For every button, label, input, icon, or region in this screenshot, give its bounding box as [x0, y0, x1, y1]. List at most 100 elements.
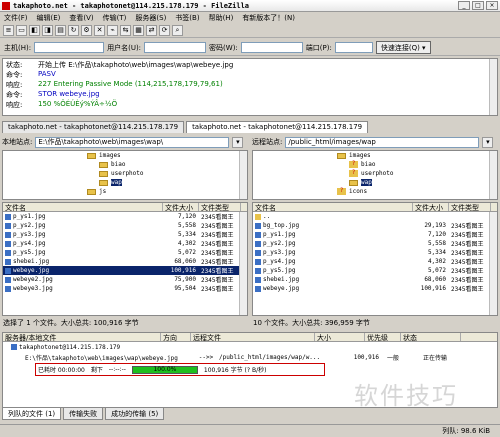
tab-successful-transfers[interactable]: 成功的传输 (5) — [105, 408, 165, 420]
remote-files-scrollbar[interactable] — [489, 212, 497, 315]
file-row[interactable]: shebei.jpg 68,060 2345看图王 — [3, 257, 247, 266]
filezilla-icon — [2, 1, 10, 10]
filter-icon[interactable]: ▦ — [133, 25, 144, 36]
file-row[interactable]: webeye.jpg 100,916 2345看图王 — [253, 284, 497, 293]
file-row[interactable]: p_ys3.jpg 5,334 2345看图王 — [3, 230, 247, 239]
local-files-scrollbar[interactable] — [239, 212, 247, 315]
file-row[interactable]: p_ys1.jpg 7,120 2345看图王 — [253, 230, 497, 239]
minimize-button[interactable]: _ — [458, 1, 470, 10]
toggle-local-tree-icon[interactable]: ◧ — [29, 25, 40, 36]
tree-node[interactable]: biao — [3, 160, 247, 169]
chevron-down-icon[interactable]: ▾ — [232, 136, 244, 148]
toggle-remote-tree-icon[interactable]: ◨ — [42, 25, 53, 36]
col-filetype[interactable]: 文件类型 — [199, 203, 241, 211]
local-tree-scrollbar[interactable] — [239, 151, 247, 199]
col-status[interactable]: 状态 — [401, 333, 461, 341]
local-path-input[interactable] — [35, 136, 230, 148]
close-button[interactable]: × — [486, 1, 498, 10]
tree-node[interactable]: js — [3, 187, 247, 196]
file-size: 4,302 — [177, 240, 196, 247]
file-row[interactable]: p_ys4.jpg 4,302 2345看图王 — [253, 257, 497, 266]
remote-tree-scrollbar[interactable] — [489, 151, 497, 199]
col-filesize[interactable]: 文件大小 — [413, 203, 449, 211]
tree-node[interactable]: ? icons — [253, 187, 497, 196]
progress-percent: 100.0% — [153, 365, 177, 373]
menu-edit[interactable]: 编辑(E) — [37, 13, 61, 23]
connection-tab[interactable]: takaphoto.net - takaphotonet@114.215.178… — [2, 121, 185, 133]
file-type: 2345看图王 — [201, 268, 234, 275]
tree-node[interactable]: ? userphoto — [253, 169, 497, 178]
menu-new-version[interactable]: 有新版本了！(N) — [242, 13, 295, 23]
file-row[interactable]: p_ys3.jpg 5,334 2345看图王 — [253, 248, 497, 257]
file-row[interactable]: bg_top.jpg 29,193 2345看图王 — [253, 221, 497, 230]
host-input[interactable] — [34, 42, 105, 53]
menu-transfer[interactable]: 传输(T) — [103, 13, 127, 23]
site-manager-icon[interactable]: ≡ — [3, 25, 14, 36]
port-input[interactable] — [334, 42, 373, 53]
menu-server[interactable]: 服务器(S) — [135, 13, 166, 23]
process-queue-icon[interactable]: ⚙ — [81, 25, 92, 36]
menu-view[interactable]: 查看(V) — [69, 13, 93, 23]
connection-tab-active[interactable]: takaphoto.net - takaphotonet@114.215.178… — [186, 121, 369, 133]
compare-icon[interactable]: ⇄ — [146, 25, 157, 36]
col-filetype[interactable]: 文件类型 — [449, 203, 491, 211]
log-scrollbar[interactable] — [489, 59, 497, 115]
tree-node[interactable]: userphoto — [3, 169, 247, 178]
col-direction[interactable]: 方向 — [161, 333, 191, 341]
file-row[interactable]: p_ys5.jpg 5,072 2345看图王 — [253, 266, 497, 275]
tab-failed-transfers[interactable]: 传输失败 — [63, 408, 104, 420]
file-row[interactable]: webeye3.jpg 95,504 2345看图王 — [3, 284, 247, 293]
file-row[interactable]: p_ys5.jpg 5,072 2345看图王 — [3, 248, 247, 257]
file-row[interactable]: p_ys2.jpg 5,558 2345看图王 — [3, 221, 247, 230]
search-icon[interactable]: ⌕ — [172, 25, 183, 36]
file-row[interactable]: p_ys2.jpg 5,558 2345看图王 — [253, 239, 497, 248]
file-size: 5,558 — [427, 240, 446, 247]
tree-node[interactable]: ? biao — [253, 160, 497, 169]
file-name-text: webeye.jpg — [263, 285, 300, 292]
col-filename[interactable]: 文件名 — [253, 203, 413, 211]
queue-server-row[interactable]: takaphotonet@114.215.178.179 — [3, 342, 497, 352]
file-type: 2345看图王 — [201, 232, 234, 239]
menu-help[interactable]: 帮助(H) — [209, 13, 234, 23]
maximize-button[interactable]: □ — [472, 1, 484, 10]
quickconnect-button[interactable]: 快速连接(Q) ▾ — [375, 41, 431, 54]
sync-browse-icon[interactable]: ⟳ — [159, 25, 170, 36]
toggle-queue-icon[interactable]: ▤ — [55, 25, 66, 36]
file-row[interactable]: webeye2.jpg 75,900 2345看图王 — [3, 275, 247, 284]
username-input[interactable] — [144, 42, 207, 53]
col-filename[interactable]: 文件名 — [3, 203, 163, 211]
menu-bookmarks[interactable]: 书签(B) — [175, 13, 199, 23]
password-input[interactable] — [240, 42, 303, 53]
chevron-down-icon[interactable]: ▾ — [482, 136, 494, 148]
file-row[interactable]: .. — [253, 212, 497, 221]
tab-queued-files[interactable]: 列队的文件 (1) — [2, 408, 62, 420]
remote-site-label: 远程站点: — [252, 138, 283, 146]
col-priority[interactable]: 优先级 — [365, 333, 401, 341]
reconnect-icon[interactable]: ⇆ — [120, 25, 131, 36]
col-filesize[interactable]: 文件大小 — [163, 203, 199, 211]
file-name-text: .. — [263, 213, 271, 220]
col-size[interactable]: 大小 — [315, 333, 365, 341]
tree-node[interactable]: wap — [253, 178, 497, 187]
col-server-local[interactable]: 服务器/本地文件 — [3, 333, 161, 341]
file-row[interactable]: p_ys4.jpg 4,302 2345看图王 — [3, 239, 247, 248]
file-row[interactable]: p_ys1.jpg 7,120 2345看图王 — [3, 212, 247, 221]
disconnect-icon[interactable]: ⌁ — [107, 25, 118, 36]
remote-file-list: 文件名 文件大小 文件类型 .. bg_top.jpg 29,193 2345看图王 p… — [252, 202, 498, 316]
tree-node[interactable]: wap — [3, 178, 247, 187]
file-row[interactable]: webeye.jpg 100,916 2345看图王 — [3, 266, 247, 275]
tree-node[interactable]: images — [253, 151, 497, 160]
quickconnect-bar: 主机(H): 用户名(U): 密码(W): 端口(P): 快速连接(Q) ▾ — [0, 40, 500, 56]
tree-node[interactable]: images — [3, 151, 247, 160]
menu-file[interactable]: 文件(F) — [4, 13, 28, 23]
remote-path-input[interactable] — [285, 136, 480, 148]
cancel-icon[interactable]: ✕ — [94, 25, 105, 36]
refresh-icon[interactable]: ↻ — [68, 25, 79, 36]
toggle-log-icon[interactable]: ▭ — [16, 25, 27, 36]
file-row[interactable]: shebei.jpg 68,060 2345看图王 — [253, 275, 497, 284]
log-text: 227 Entering Passive Mode (114,215,178,1… — [38, 80, 223, 88]
col-remote[interactable]: 远程文件 — [191, 333, 315, 341]
pass-label: 密码(W): — [209, 43, 238, 52]
file-type: 2345看图王 — [201, 223, 234, 230]
queue-item-row[interactable]: E:\作品\takaphoto\web\images\wap\webeye.jp… — [3, 352, 497, 362]
